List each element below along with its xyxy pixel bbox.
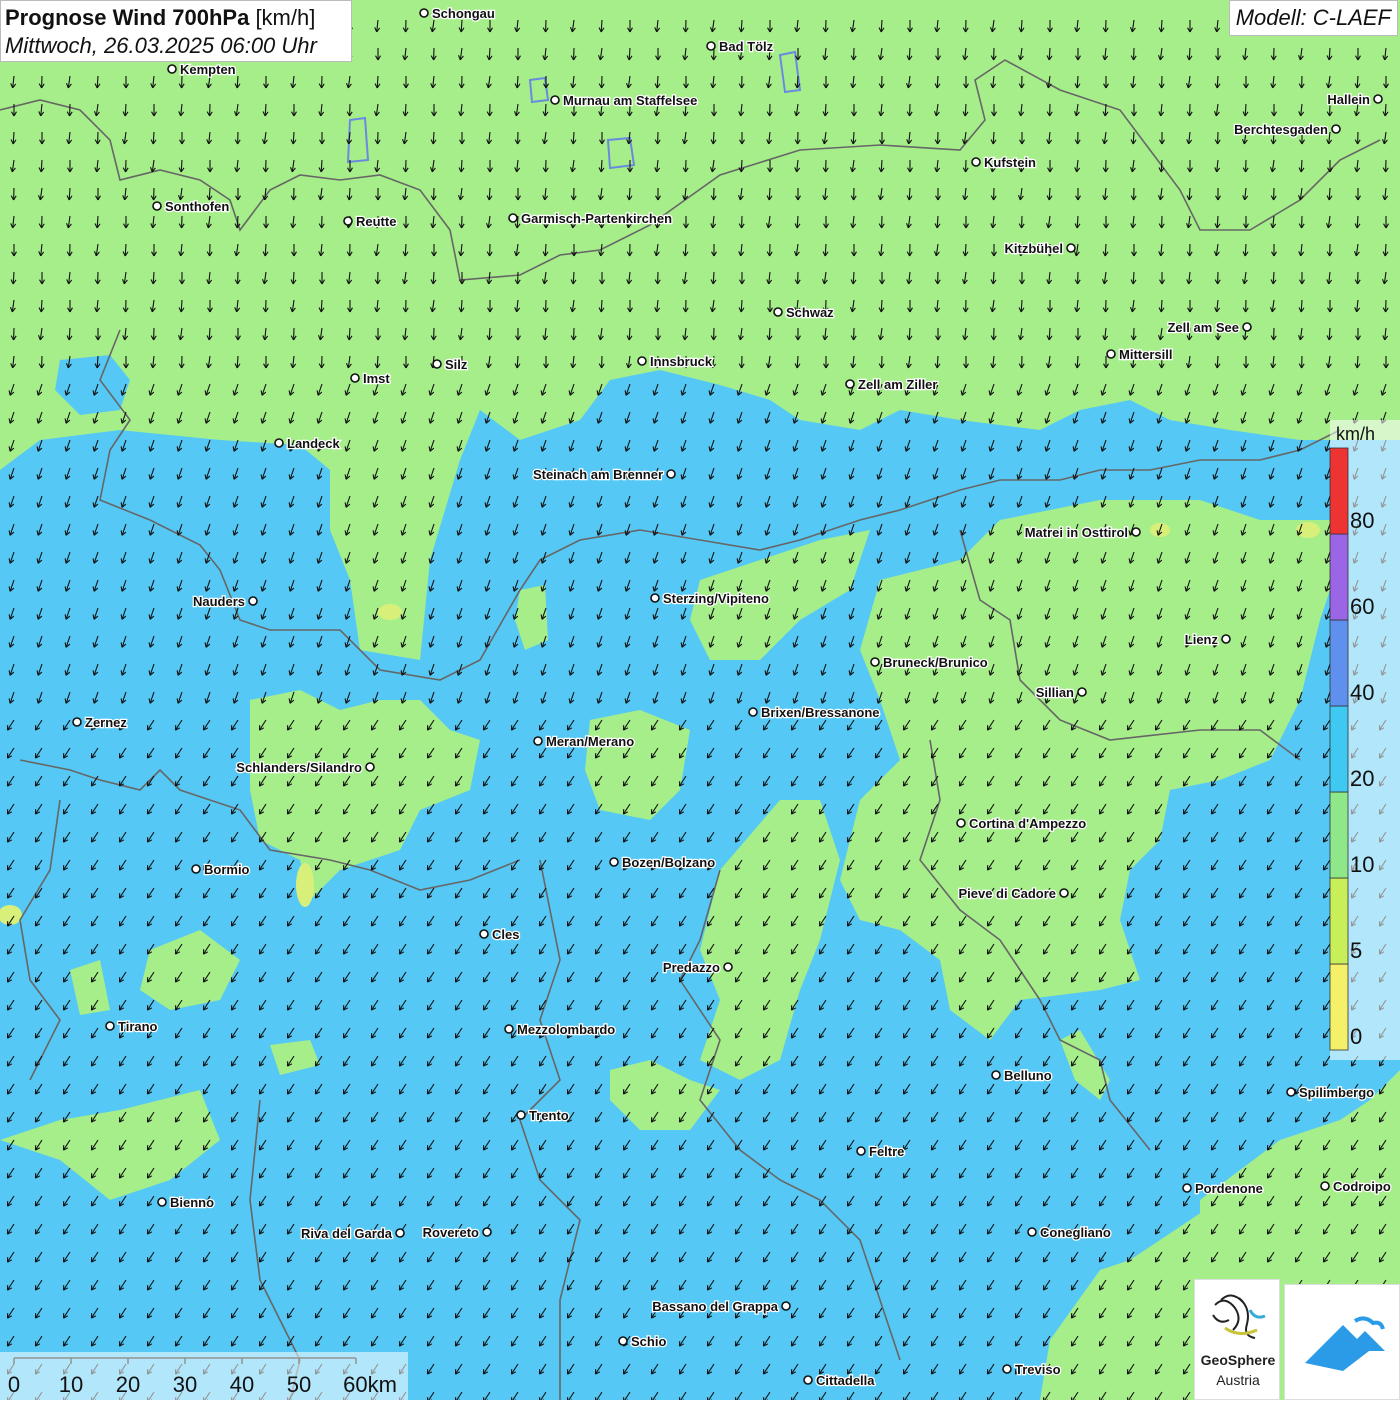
wind-zone-pale — [296, 863, 314, 907]
wind-map[interactable]: SchongauBad TölzKemptenMurnau am Staffel… — [0, 0, 1400, 1400]
wind-zone-pale — [378, 604, 402, 620]
